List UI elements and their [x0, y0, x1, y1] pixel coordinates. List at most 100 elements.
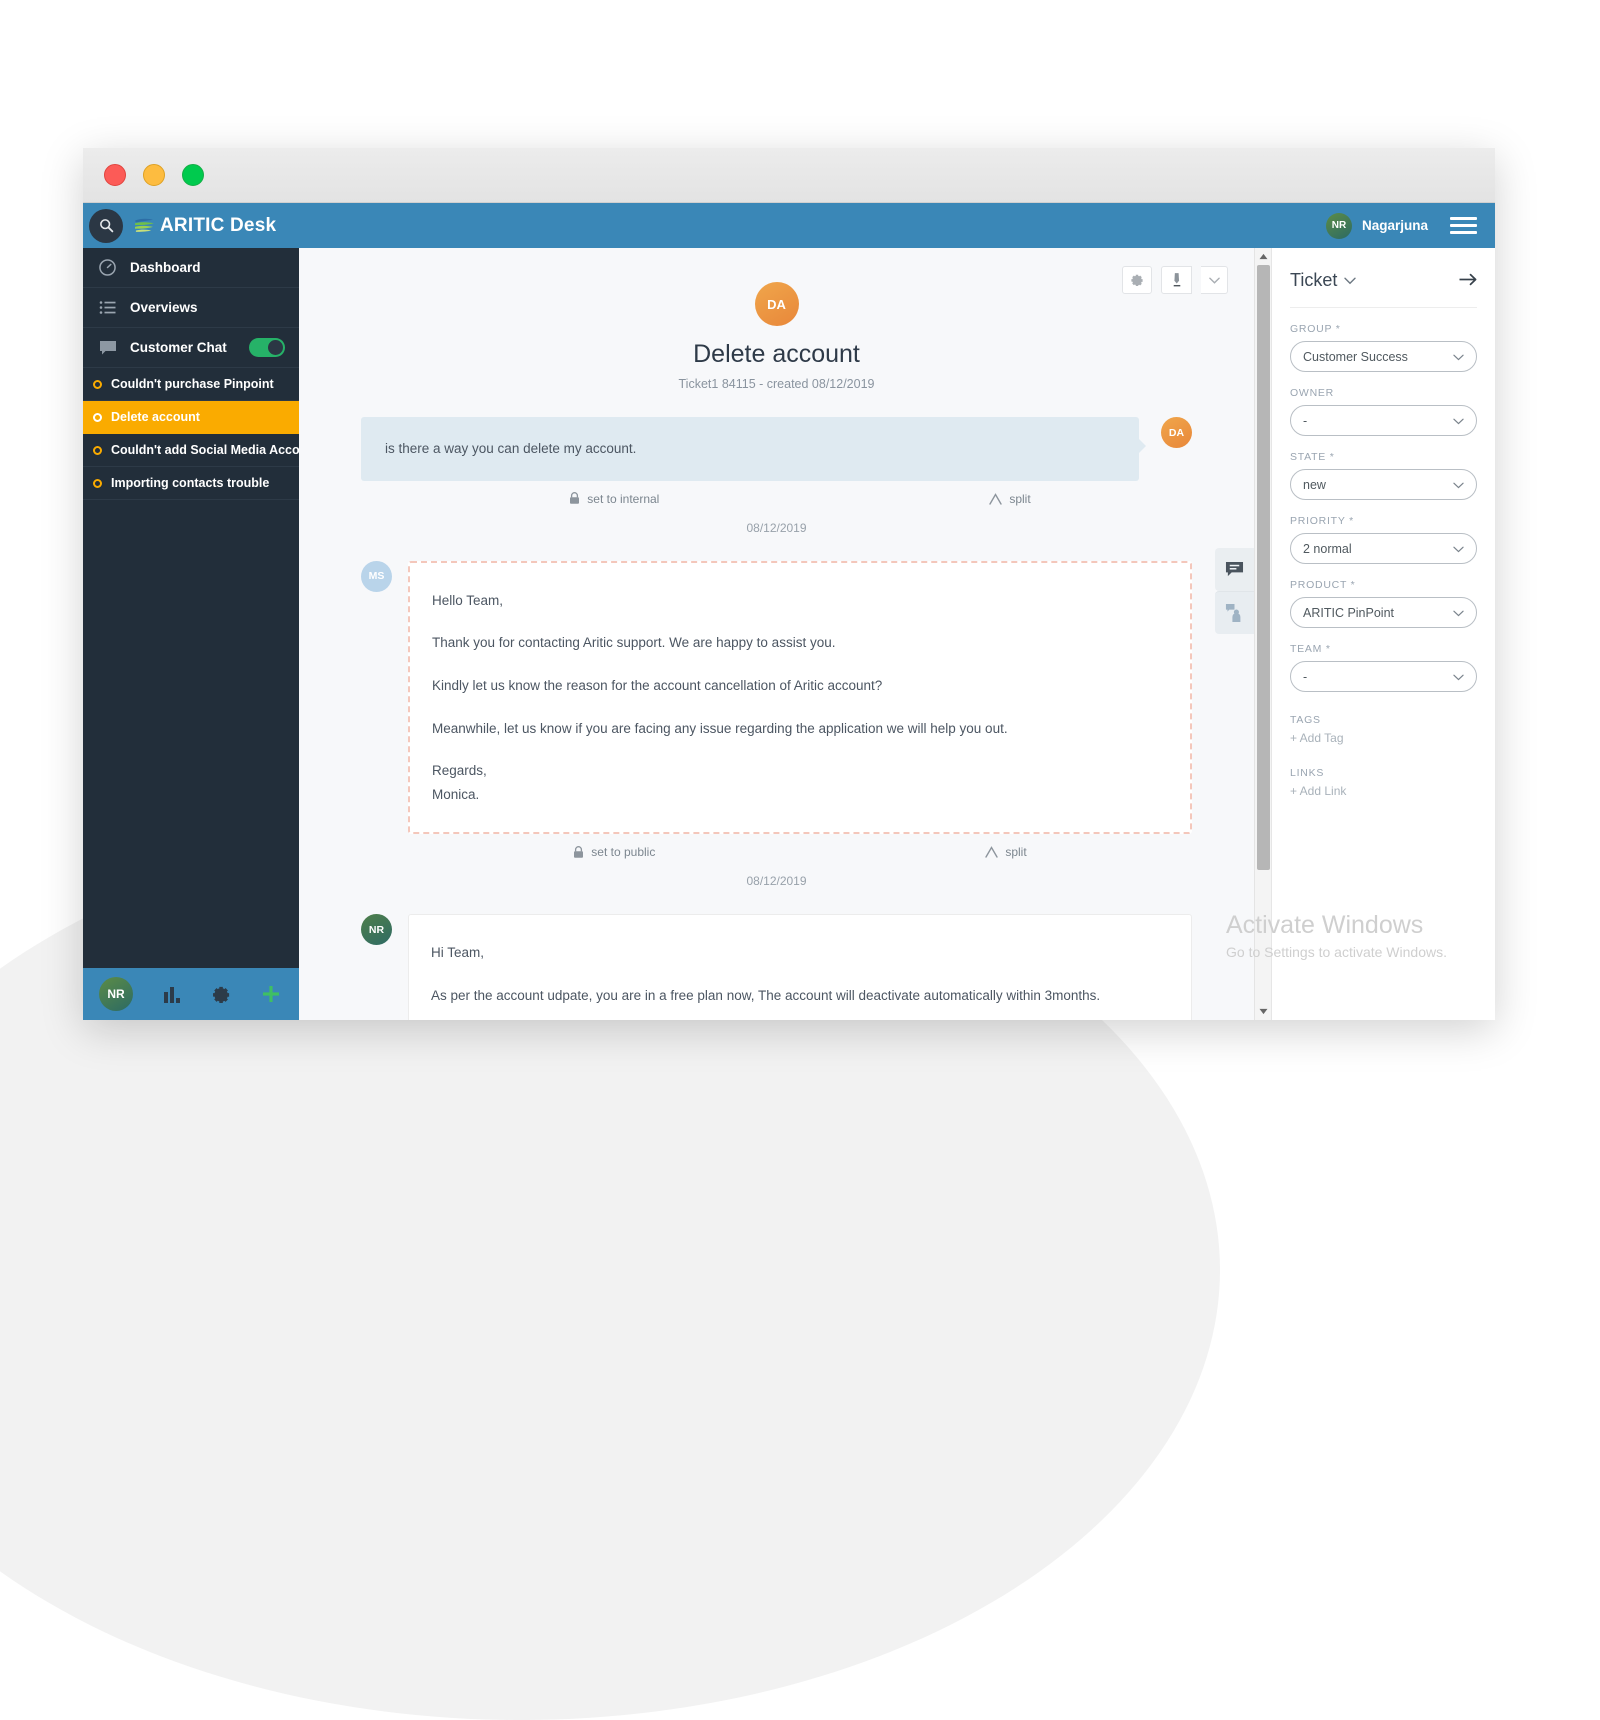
add-tag-link[interactable]: + Add Tag [1290, 731, 1477, 745]
day-separator: 08/12/2019 [746, 874, 807, 889]
links-label: LINKS [1290, 767, 1325, 779]
scrollbar-thumb[interactable] [1257, 265, 1270, 870]
ticket-header: DA Delete account Ticket1 84115 - create… [361, 268, 1192, 391]
field-value: new [1303, 477, 1326, 492]
avatar: DA [754, 282, 799, 326]
field-team: TEAM * - [1290, 643, 1477, 692]
leaf-icon [135, 218, 154, 232]
top-bar: NR Nagarjuna [299, 203, 1495, 248]
message-note: NR Hi Team, As per the account udpate, y… [361, 914, 1192, 1020]
scrollbar-track[interactable] [1255, 265, 1271, 1003]
field-value: - [1303, 669, 1308, 684]
customer-chat-toggle[interactable] [249, 338, 285, 357]
side-tab-strip [1215, 548, 1254, 634]
app-window: ARITIC Desk Dashboard Overviews Customer… [83, 148, 1495, 1020]
field-label: STATE * [1290, 451, 1335, 463]
gauge-icon [97, 259, 118, 276]
sidebar-item-label: Dashboard [130, 260, 201, 275]
chevron-down-icon[interactable] [1344, 272, 1357, 290]
user-name: Nagarjuna [1361, 218, 1428, 233]
split-label: split [1009, 491, 1031, 506]
field-value: Customer Success [1303, 349, 1408, 364]
set-visibility-button[interactable]: set to public [573, 845, 655, 859]
field-value: - [1303, 413, 1308, 428]
field-product: PRODUCT * ARITIC PinPoint [1290, 579, 1477, 628]
message-text: Meanwhile, let us know if you are facing… [432, 720, 1008, 736]
message-text: Thank you for contacting Aritic support.… [432, 635, 836, 651]
hamburger-icon[interactable] [1450, 217, 1477, 234]
sidebar-item-dashboard[interactable]: Dashboard [83, 248, 299, 288]
set-visibility-button[interactable]: set to internal [569, 492, 659, 506]
ticket-sidebar-title: Ticket [1290, 270, 1338, 290]
arrow-right-icon[interactable] [1459, 271, 1477, 291]
status-dot-icon [93, 412, 102, 422]
gear-icon[interactable] [212, 985, 231, 1004]
state-select[interactable]: new [1290, 469, 1477, 500]
message-incoming: is there a way you can delete my account… [361, 417, 1192, 481]
sidebar-ticket-couldnt-add-social-media[interactable]: Couldn't add Social Media Acco... [83, 434, 299, 467]
sidebar-ticket-couldnt-purchase-pinpoint[interactable]: Couldn't purchase Pinpoint [83, 368, 299, 401]
notes-tab[interactable] [1215, 548, 1254, 591]
message-body[interactable]: Hi Team, As per the account udpate, you … [408, 914, 1192, 1020]
search-icon[interactable] [89, 208, 123, 243]
status-dot-icon [93, 379, 102, 389]
split-button[interactable]: split [985, 845, 1027, 859]
chevron-down-icon [1453, 542, 1464, 556]
message-text: Monica. [432, 786, 480, 802]
avatar: NR [361, 914, 392, 946]
visibility-label: set to public [591, 845, 656, 860]
main-content: NR Nagarjuna DA Delete account Ticket1 8… [299, 203, 1495, 1020]
scroll-up-arrow-icon[interactable] [1255, 248, 1272, 265]
pen-icon[interactable] [1161, 266, 1192, 294]
chevron-down-icon [1453, 606, 1464, 620]
split-button[interactable]: split [989, 491, 1031, 506]
sidebar-item-customer-chat[interactable]: Customer Chat [83, 328, 299, 368]
left-sidebar: ARITIC Desk Dashboard Overviews Customer… [83, 203, 299, 1020]
window-close-button[interactable] [104, 164, 126, 186]
message-text: Kindly let us know the reason for the ac… [432, 677, 883, 693]
bar-chart-icon[interactable] [163, 986, 182, 1003]
owner-select[interactable]: - [1290, 405, 1477, 436]
user-menu[interactable]: NR Nagarjuna [1325, 212, 1428, 239]
brand-logo[interactable]: ARITIC Desk [133, 215, 276, 237]
message-text: Regards, [432, 763, 487, 779]
scroll-down-arrow-icon[interactable] [1255, 1003, 1272, 1020]
page-title: Delete account [693, 340, 860, 368]
group-select[interactable]: Customer Success [1290, 341, 1477, 372]
window-minimize-button[interactable] [143, 164, 165, 186]
field-label: PRODUCT * [1290, 579, 1356, 591]
sidebar-ticket-label: Delete account [111, 410, 200, 424]
ticket-sidebar-header: Ticket [1290, 270, 1477, 308]
field-owner: OWNER - [1290, 387, 1477, 436]
message-body[interactable]: Hello Team, Thank you for contacting Ari… [408, 560, 1192, 835]
chevron-down-icon [1453, 414, 1464, 428]
window-zoom-button[interactable] [182, 164, 204, 186]
message-text: Hello Team, [432, 592, 504, 608]
product-select[interactable]: ARITIC PinPoint [1290, 597, 1477, 628]
add-link-link[interactable]: + Add Link [1290, 784, 1477, 798]
ticket-sidebar: Ticket GROUP * Customer Success OWNER - … [1271, 248, 1495, 1020]
sidebar-ticket-importing-contacts-trouble[interactable]: Importing contacts trouble [83, 467, 299, 500]
conversation-scroll-area[interactable]: DA Delete account Ticket1 84115 - create… [299, 248, 1254, 1020]
message-body[interactable]: is there a way you can delete my account… [361, 417, 1146, 481]
gear-icon[interactable] [1122, 266, 1152, 294]
plus-icon[interactable] [261, 984, 281, 1004]
sidebar-ticket-delete-account[interactable]: Delete account [83, 401, 299, 434]
avatar[interactable]: NR [99, 977, 133, 1011]
split-icon [985, 846, 999, 859]
person-bubble-icon [1225, 603, 1241, 623]
chevron-down-icon[interactable] [1201, 266, 1228, 294]
conversation-inner: DA Delete account Ticket1 84115 - create… [299, 248, 1254, 1020]
team-select[interactable]: - [1290, 661, 1477, 692]
conversation-scrollbar[interactable] [1254, 248, 1271, 1020]
message-text: Hi Team, [431, 945, 485, 961]
field-label: PRIORITY * [1290, 515, 1354, 527]
content-row: DA Delete account Ticket1 84115 - create… [299, 248, 1495, 1020]
sidebar-item-overviews[interactable]: Overviews [83, 288, 299, 328]
message-meta: set to public split [361, 845, 1192, 859]
priority-select[interactable]: 2 normal [1290, 533, 1477, 564]
window-titlebar [83, 148, 1495, 203]
customer-tab[interactable] [1215, 591, 1254, 634]
message-text: is there a way you can delete my account… [385, 441, 637, 456]
